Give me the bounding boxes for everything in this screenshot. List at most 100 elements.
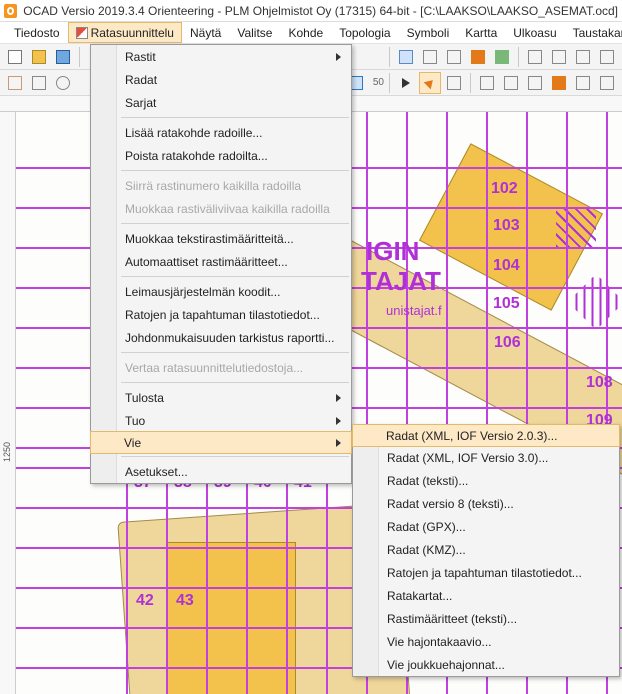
chevron-right-icon [336, 53, 341, 61]
menubar: Tiedosto Ratasuunnittelu Näytä Valitse K… [0, 22, 622, 44]
toolbar-btn[interactable] [443, 46, 465, 68]
menu-item[interactable]: Lisää ratakohde radoille... [91, 121, 351, 144]
dropdown-ratasuunnittelu: Rastit Radat Sarjat Lisää ratakohde radoill… [90, 44, 352, 484]
menu-ratasuunnittelu[interactable]: Ratasuunnittelu [68, 22, 182, 43]
submenu-item-label: Vie hajontakaavio... [387, 635, 492, 649]
toolbar-btn[interactable] [4, 72, 26, 94]
toolbar-btn[interactable] [596, 46, 618, 68]
submenu-item[interactable]: Radat (teksti)... [353, 469, 619, 492]
menu-item-label: Leimausjärjestelmän koodit... [125, 285, 280, 299]
menu-kohde[interactable]: Kohde [280, 22, 331, 43]
submenu-item[interactable]: Ratojen ja tapahtuman tilastotiedot... [353, 561, 619, 584]
menu-item[interactable]: Tuo [91, 409, 351, 432]
separator [79, 47, 80, 67]
course-icon [76, 27, 88, 39]
menu-item-label: Asetukset... [125, 465, 188, 479]
play-icon [402, 78, 410, 88]
window-title: OCAD Versio 2019.3.4 Orienteering - PLM … [23, 4, 618, 18]
toolbar-btn[interactable] [572, 46, 594, 68]
menu-tiedosto[interactable]: Tiedosto [6, 22, 68, 43]
menu-item[interactable]: Ratojen ja tapahtuman tilastotiedot... [91, 303, 351, 326]
separator [389, 47, 390, 67]
menu-item-label: Sarjat [125, 96, 156, 110]
menu-item[interactable]: Muokkaa tekstirastimääritteitä... [91, 227, 351, 250]
toolbar-btn[interactable] [548, 72, 570, 94]
submenu-item-label: Radat (GPX)... [387, 520, 466, 534]
menu-valitse[interactable]: Valitse [229, 22, 280, 43]
menu-item-label: Lisää ratakohde radoille... [125, 126, 262, 140]
menu-item[interactable]: Asetukset... [91, 460, 351, 483]
toolbar-btn[interactable] [467, 46, 489, 68]
menu-item-label: Johdonmukaisuuden tarkistus raportti... [125, 331, 334, 345]
toolbar-btn[interactable] [476, 72, 498, 94]
menu-item-label: Rastit [125, 50, 156, 64]
toolbar-btn[interactable] [548, 46, 570, 68]
submenu-item[interactable]: Vie joukkuehajonnat... [353, 653, 619, 676]
submenu-item-label: Ratojen ja tapahtuman tilastotiedot... [387, 566, 582, 580]
toolbar-btn[interactable] [524, 46, 546, 68]
grid-col-label: 42 [136, 592, 154, 610]
menu-item-label: Tulosta [125, 391, 164, 405]
submenu-item-label: Vie joukkuehajonnat... [387, 658, 505, 672]
menu-item[interactable]: Rastit [91, 45, 351, 68]
grid-row-label: 108 [586, 374, 613, 392]
menu-item: Siirrä rastinumero kaikilla radoilla [91, 174, 351, 197]
menu-item-label: Ratojen ja tapahtuman tilastotiedot... [125, 308, 320, 322]
toolbar-btn[interactable] [491, 46, 513, 68]
map-subtitle: unistajat.f [386, 304, 442, 318]
menu-nayta[interactable]: Näytä [182, 22, 229, 43]
menu-item-label: Siirrä rastinumero kaikilla radoilla [125, 179, 301, 193]
menu-item[interactable]: Tulosta [91, 386, 351, 409]
menu-item[interactable]: Johdonmukaisuuden tarkistus raportti... [91, 326, 351, 349]
toolbar-btn[interactable] [524, 72, 546, 94]
toolbar-btn[interactable] [419, 46, 441, 68]
vertical-ruler: 1250 [0, 112, 16, 694]
menu-item-label: Muokkaa tekstirastimääritteitä... [125, 232, 294, 246]
menu-separator [121, 456, 349, 457]
submenu-item[interactable]: Rastimääritteet (teksti)... [353, 607, 619, 630]
menu-item[interactable]: Sarjat [91, 91, 351, 114]
menu-topologia[interactable]: Topologia [331, 22, 398, 43]
toolbar-btn[interactable] [572, 72, 594, 94]
select-button[interactable] [419, 72, 441, 94]
save-button[interactable] [52, 46, 74, 68]
submenu-item[interactable]: Radat (GPX)... [353, 515, 619, 538]
menu-item[interactable]: Automaattiset rastimääritteet... [91, 250, 351, 273]
toolbar-btn[interactable] [596, 72, 618, 94]
menu-item[interactable]: Poista ratakohde radoilta... [91, 144, 351, 167]
menu-symboli[interactable]: Symboli [399, 22, 458, 43]
open-button[interactable] [28, 46, 50, 68]
submenu-item-label: Radat (XML, IOF Versio 3.0)... [387, 451, 548, 465]
submenu-item[interactable]: Radat (KMZ)... [353, 538, 619, 561]
menu-taustakartta[interactable]: Taustakar [565, 22, 622, 43]
menu-separator [121, 223, 349, 224]
menu-kartta[interactable]: Kartta [457, 22, 505, 43]
separator [518, 47, 519, 67]
separator [389, 73, 390, 93]
toolbar-btn[interactable] [500, 72, 522, 94]
submenu-item[interactable]: Radat (XML, IOF Versio 3.0)... [353, 446, 619, 469]
menu-item[interactable]: Vie [90, 431, 352, 454]
toolbar-btn[interactable] [395, 46, 417, 68]
grid-col-label: 43 [176, 592, 194, 610]
play-button[interactable] [395, 72, 417, 94]
new-button[interactable] [4, 46, 26, 68]
grid-row-label: 105 [493, 295, 520, 313]
menu-item[interactable]: Radat [91, 68, 351, 91]
menu-item[interactable]: Leimausjärjestelmän koodit... [91, 280, 351, 303]
zoom-button[interactable] [52, 72, 74, 94]
menu-item: Vertaa ratasuunnittelutiedostoja... [91, 356, 351, 379]
grid-row-label: 106 [494, 334, 521, 352]
submenu-item[interactable]: Radat (XML, IOF Versio 2.0.3)... [352, 424, 620, 447]
menu-item-label: Poista ratakohde radoilta... [125, 149, 268, 163]
submenu-item[interactable]: Ratakartat... [353, 584, 619, 607]
grid-row-label: 104 [493, 257, 520, 275]
menu-item-label: Automaattiset rastimääritteet... [125, 255, 288, 269]
submenu-item[interactable]: Radat versio 8 (teksti)... [353, 492, 619, 515]
submenu-item[interactable]: Vie hajontakaavio... [353, 630, 619, 653]
submenu-item-label: Rastimääritteet (teksti)... [387, 612, 517, 626]
chevron-right-icon [336, 394, 341, 402]
menu-ulkoasu[interactable]: Ulkoasu [505, 22, 564, 43]
toolbar-btn[interactable] [443, 72, 465, 94]
pan-button[interactable] [28, 72, 50, 94]
